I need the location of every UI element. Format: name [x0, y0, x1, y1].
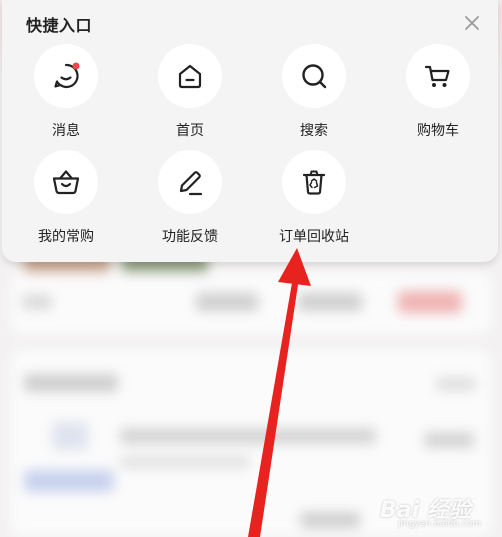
- annotation-arrow: [248, 248, 311, 537]
- watermark-url: jingyan.baidu.com: [398, 519, 482, 529]
